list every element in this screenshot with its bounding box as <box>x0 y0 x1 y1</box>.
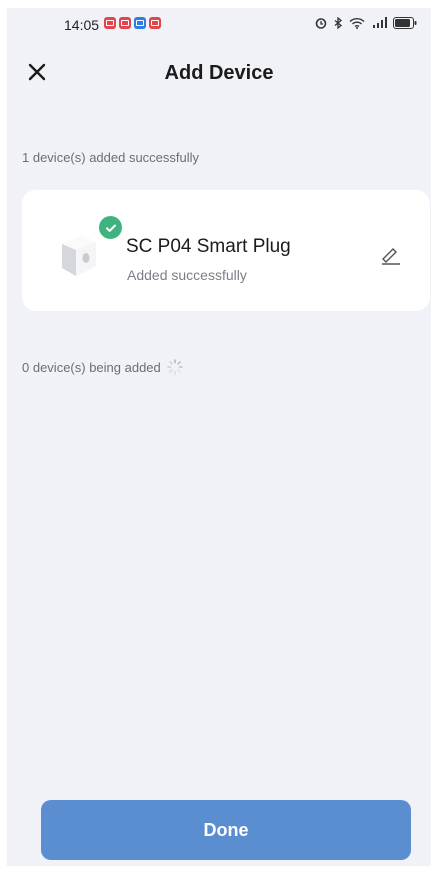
status-bar: 14:05 <box>7 8 431 44</box>
check-icon <box>105 224 116 232</box>
notification-icons <box>104 17 161 29</box>
adding-devices-row: 0 device(s) being added <box>22 358 184 376</box>
done-button[interactable]: Done <box>41 800 411 860</box>
adding-devices-label: 0 device(s) being added <box>22 359 161 375</box>
app-notification-icon <box>134 17 146 29</box>
device-card[interactable]: SC P04 Smart Plug Added successfully <box>22 190 430 311</box>
success-badge <box>97 214 124 241</box>
alarm-icon <box>315 18 327 29</box>
signal-icon <box>373 17 387 28</box>
device-name: SC P04 Smart Plug <box>126 236 291 257</box>
edit-icon <box>382 248 400 265</box>
added-devices-label: 1 device(s) added successfully <box>22 150 200 165</box>
app-notification-icon <box>104 17 116 29</box>
status-time: 14:05 <box>64 17 100 33</box>
system-icons <box>315 17 417 29</box>
page-title: Add Device <box>164 62 274 84</box>
app-notification-icon <box>119 17 131 29</box>
header: Add Device <box>7 52 431 96</box>
add-device-screen: 14:05 Add Device 1 device(s) added succe… <box>7 8 431 866</box>
loading-spinner-icon <box>166 359 183 375</box>
battery-icon <box>393 17 417 29</box>
edit-device-button[interactable] <box>378 242 404 268</box>
wifi-icon <box>349 17 365 29</box>
app-notification-icon <box>149 17 161 29</box>
device-status: Added successfully <box>127 267 247 283</box>
smart-plug-image <box>62 236 96 276</box>
bluetooth-icon <box>334 17 343 29</box>
